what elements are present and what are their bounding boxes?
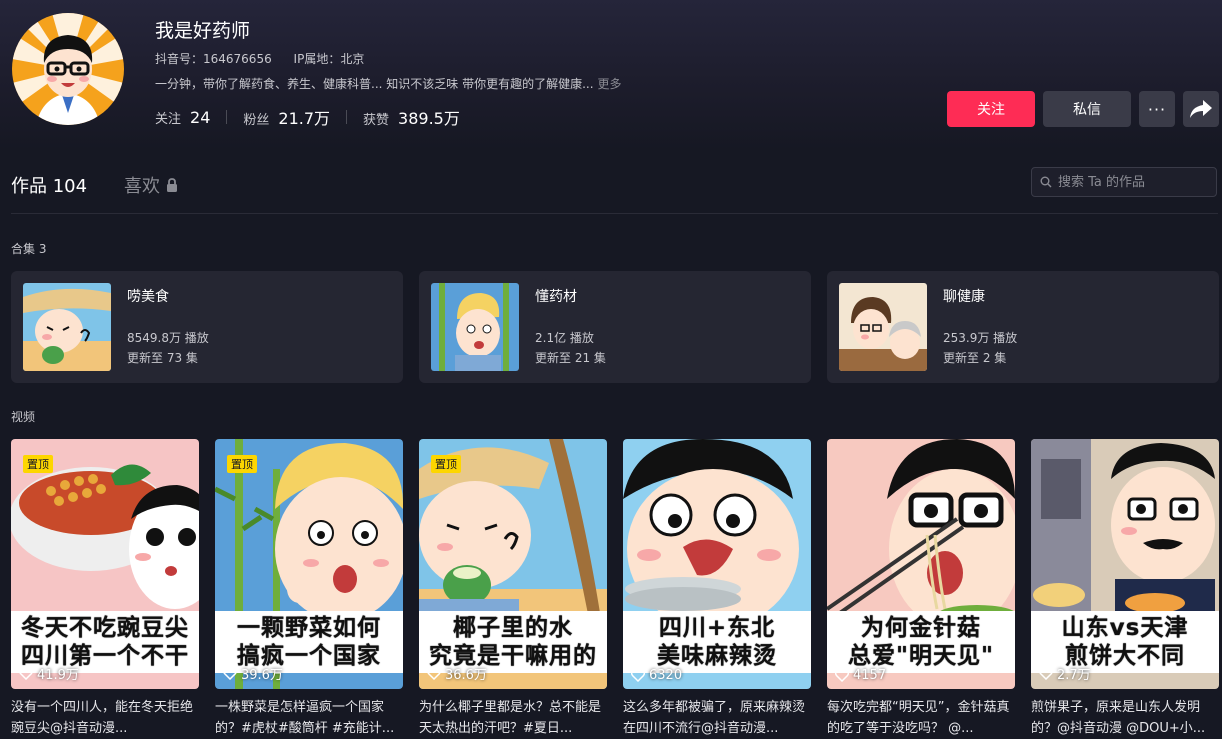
video-caption[interactable]: 每次吃完都“明天见”，金针菇真的吃了等于没吃吗？ @... — [827, 697, 1015, 739]
video-thumbnail[interactable]: 为何金针菇 总爱"明天见" 4157 — [827, 439, 1015, 689]
collection-thumbnail — [23, 283, 111, 371]
video-caption[interactable]: 这么多年都被骗了，原来麻辣烫在四川不流行@抖音动漫... — [623, 697, 811, 739]
collection-card[interactable]: 懂药材 2.1亿 播放 更新至 21 集 — [419, 271, 811, 383]
profile-bio: 一分钟，带你了解药食、养生、健康科普... 知识不该乏味 带你更有趣的了解健康.… — [155, 75, 622, 92]
stat-likes-received: 获赞 389.5万 — [363, 105, 460, 129]
banner-line: 冬天不吃豌豆尖 — [21, 615, 189, 641]
more-options-button[interactable]: ··· — [1139, 91, 1175, 127]
stat-following[interactable]: 关注 24 — [155, 108, 210, 127]
video-likes: 36.6万 — [427, 664, 487, 683]
collection-plays: 8549.8万 播放 — [127, 331, 209, 345]
share-arrow-icon — [1190, 100, 1212, 118]
search-box[interactable] — [1031, 167, 1217, 197]
collection-thumbnail — [431, 283, 519, 371]
video-caption[interactable]: 煎饼果子，原来是山东人发明的？@抖音动漫 @DOU+小... — [1031, 697, 1222, 739]
search-icon — [1040, 176, 1052, 188]
heart-icon — [427, 667, 441, 680]
tab-likes-label: 喜欢 — [124, 176, 160, 197]
message-button[interactable]: 私信 — [1043, 91, 1131, 127]
collection-thumbnail — [839, 283, 927, 371]
video-likes: 4157 — [835, 668, 886, 683]
heart-icon — [223, 667, 237, 680]
heart-icon — [1039, 667, 1053, 680]
likes-count: 6320 — [649, 668, 683, 683]
video-card[interactable]: 为何金针菇 总爱"明天见" 4157 每次吃完都“明天见”，金针菇真的吃了等于没… — [827, 439, 1015, 739]
stat-label: 关注 — [155, 111, 182, 127]
video-title-banner: 四川+东北 美味麻辣烫 — [623, 611, 811, 673]
video-card[interactable]: 置顶 冬天不吃豌豆尖 四川第一个不干 41.9万 没有一个四川人，能在冬天拒绝豌… — [11, 439, 199, 739]
search-input[interactable] — [1056, 173, 1210, 191]
collection-card[interactable]: 聊健康 253.9万 播放 更新至 2 集 — [827, 271, 1219, 383]
collection-episodes: 更新至 73 集 — [127, 351, 198, 365]
heart-icon — [835, 669, 849, 682]
stat-label: 粉丝 — [243, 113, 270, 128]
tab-works[interactable]: 作品 104 — [11, 172, 87, 198]
banner-line: 为何金针菇 — [861, 615, 981, 641]
likes-count: 4157 — [853, 668, 887, 683]
ip-location: IP属地：北京 — [293, 52, 365, 66]
pinned-badge: 置顶 — [227, 455, 257, 473]
tab-likes[interactable]: 喜欢 — [124, 172, 178, 198]
collection-title: 唠美食 — [127, 289, 169, 305]
video-caption[interactable]: 没有一个四川人，能在冬天拒绝豌豆尖@抖音动漫... — [11, 697, 199, 739]
video-likes: 6320 — [631, 668, 682, 683]
video-likes: 41.9万 — [19, 664, 79, 683]
video-likes: 39.6万 — [223, 664, 283, 683]
avatar[interactable] — [12, 13, 124, 125]
stat-value: 389.5万 — [398, 109, 460, 128]
banner-line: 四川+东北 — [658, 615, 776, 641]
stat-value: 24 — [190, 107, 211, 127]
collections-label: 合集 3 — [11, 242, 47, 256]
lock-icon — [167, 178, 177, 192]
likes-count: 39.6万 — [241, 668, 283, 683]
collection-card[interactable]: 唠美食 8549.8万 播放 更新至 73 集 — [11, 271, 403, 383]
banner-line: 美味麻辣烫 — [657, 643, 777, 669]
collection-title: 懂药材 — [535, 289, 577, 305]
bio-text: 一分钟，带你了解药食、养生、健康科普... 知识不该乏味 带你更有趣的了解健康.… — [155, 77, 594, 91]
video-likes: 2.7万 — [1039, 664, 1091, 683]
banner-line: 总爱"明天见" — [848, 643, 994, 669]
profile-stats: 关注 24 粉丝 21.7万 获赞 389.5万 — [155, 105, 460, 129]
collection-plays: 253.9万 播放 — [943, 331, 1018, 345]
heart-icon — [19, 667, 33, 680]
tabs-divider — [11, 213, 1218, 214]
video-title-banner: 为何金针菇 总爱"明天见" — [827, 611, 1015, 673]
stat-label: 获赞 — [363, 113, 390, 128]
collection-episodes: 更新至 21 集 — [535, 351, 606, 365]
profile-name: 我是好药师 — [155, 20, 251, 42]
banner-line: 椰子里的水 — [453, 615, 573, 641]
stat-followers[interactable]: 粉丝 21.7万 — [243, 105, 330, 129]
collection-title: 聊健康 — [943, 289, 985, 305]
follow-button[interactable]: 关注 — [947, 91, 1035, 127]
stat-divider — [346, 110, 348, 124]
likes-count: 36.6万 — [445, 668, 487, 683]
bio-more-link[interactable]: 更多 — [598, 77, 622, 91]
video-caption[interactable]: 为什么椰子里都是水？总不能是天太热出的汗吧？#夏日... — [419, 697, 607, 739]
video-thumbnail[interactable]: 置顶 一颗野菜如何 搞疯一个国家 39.6万 — [215, 439, 403, 689]
video-thumbnail[interactable]: 山东vs天津 煎饼大不同 2.7万 — [1031, 439, 1219, 689]
profile-meta: 抖音号：164676656 IP属地：北京 — [155, 50, 364, 67]
stat-value: 21.7万 — [278, 109, 331, 128]
video-card[interactable]: 置顶 椰子里的水 究竟是干嘛用的 36.6万 为什么椰子里都是水？总不能是天太热… — [419, 439, 607, 739]
share-button[interactable] — [1183, 91, 1219, 127]
douyin-id: 抖音号：164676656 — [155, 52, 272, 66]
collection-episodes: 更新至 2 集 — [943, 351, 1007, 365]
video-thumbnail[interactable]: 置顶 椰子里的水 究竟是干嘛用的 36.6万 — [419, 439, 607, 689]
video-caption[interactable]: 一株野菜是怎样逼疯一个国家的？#虎杖#酸筒杆 #充能计... — [215, 697, 403, 739]
video-card[interactable]: 置顶 一颗野菜如何 搞疯一个国家 39.6万 一株野菜是怎样逼疯一个国家的？#虎… — [215, 439, 403, 739]
pinned-badge: 置顶 — [23, 455, 53, 473]
collection-plays: 2.1亿 播放 — [535, 331, 594, 345]
video-card[interactable]: 四川+东北 美味麻辣烫 6320 这么多年都被骗了，原来麻辣烫在四川不流行@抖音… — [623, 439, 811, 739]
stat-divider — [226, 110, 228, 124]
videos-label: 视频 — [11, 410, 36, 424]
banner-line: 山东vs天津 — [1061, 615, 1189, 641]
video-thumbnail[interactable]: 置顶 冬天不吃豌豆尖 四川第一个不干 41.9万 — [11, 439, 199, 689]
video-thumbnail[interactable]: 四川+东北 美味麻辣烫 6320 — [623, 439, 811, 689]
likes-count: 41.9万 — [37, 668, 79, 683]
heart-icon — [631, 669, 645, 682]
banner-line: 一颗野菜如何 — [237, 615, 381, 641]
video-card[interactable]: 山东vs天津 煎饼大不同 2.7万 煎饼果子，原来是山东人发明的？@抖音动漫 @… — [1031, 439, 1222, 739]
likes-count: 2.7万 — [1057, 668, 1091, 683]
pinned-badge: 置顶 — [431, 455, 461, 473]
